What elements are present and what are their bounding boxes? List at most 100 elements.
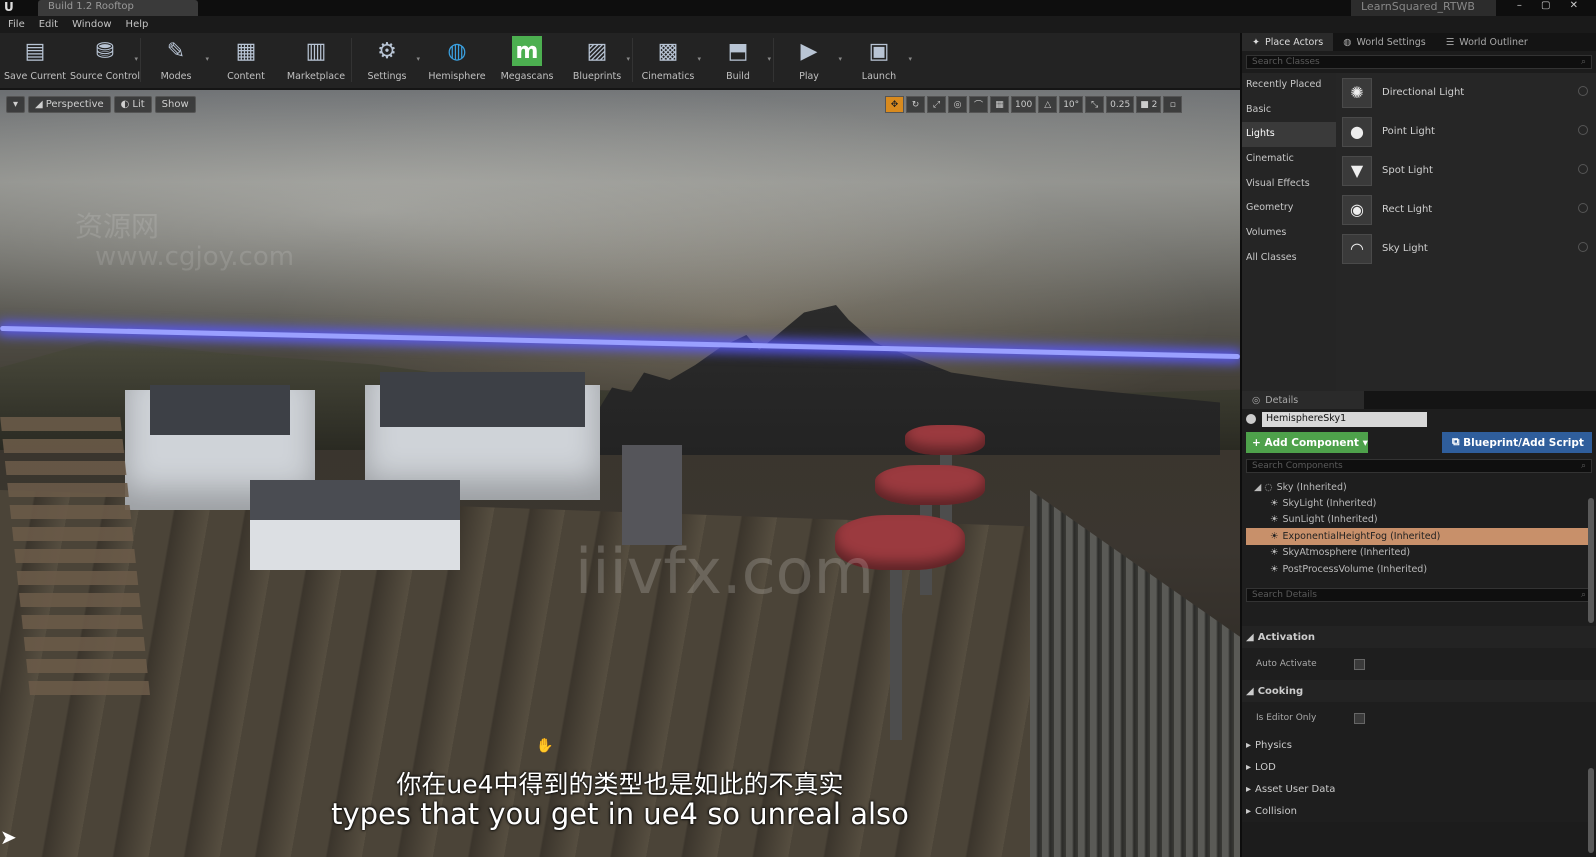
component-item[interactable]: ☀ ExponentialHeightFog (Inherited) <box>1246 528 1592 545</box>
section-activation[interactable]: ◢ Activation <box>1242 626 1596 648</box>
category-geometry[interactable]: Geometry <box>1242 196 1336 221</box>
grid-snap-icon[interactable]: ▦ <box>990 96 1009 113</box>
component-item[interactable]: ☀ SunLight (Inherited) <box>1246 512 1592 528</box>
category-basic[interactable]: Basic <box>1242 98 1336 123</box>
category-volumes[interactable]: Volumes <box>1242 221 1336 246</box>
section-label: Collision <box>1255 805 1297 817</box>
level-tab[interactable]: Build 1.2 Rooftop <box>38 0 198 16</box>
component-item[interactable]: ☀ PostProcessVolume (Inherited) <box>1246 561 1592 577</box>
dropdown-arrow-icon[interactable]: ▾ <box>767 55 771 63</box>
category-all-classes[interactable]: All Classes <box>1242 246 1336 271</box>
actor-item-rect-light[interactable]: ◉ Rect Light <box>1336 190 1596 229</box>
megascans-button[interactable]: m Megascans <box>492 33 562 88</box>
modes-button[interactable]: ✎ Modes ▾ <box>141 33 211 88</box>
component-item[interactable]: ◢ ◌ Sky (Inherited) <box>1246 479 1592 495</box>
info-icon[interactable] <box>1578 242 1588 252</box>
settings-button[interactable]: ⚙ Settings ▾ <box>352 33 422 88</box>
build-button[interactable]: ⬒ Build ▾ <box>703 33 773 88</box>
category-visual-effects[interactable]: Visual Effects <box>1242 172 1336 197</box>
toolbar-label: Hemisphere <box>428 71 486 82</box>
play-button[interactable]: ▶ Play ▾ <box>774 33 844 88</box>
dropdown-arrow-icon[interactable]: ▾ <box>838 55 842 63</box>
translate-mode-icon[interactable]: ✥ <box>885 96 904 113</box>
toolbar-label: Marketplace <box>286 71 346 82</box>
category-lights[interactable]: Lights <box>1242 122 1336 148</box>
component-item[interactable]: ☀ SkyAtmosphere (Inherited) <box>1246 545 1592 561</box>
dropdown-arrow-icon[interactable]: ▾ <box>416 55 420 63</box>
camera-speed-value[interactable]: ■ 2 <box>1136 96 1162 113</box>
info-icon[interactable] <box>1578 203 1588 213</box>
actor-item-spot-light[interactable]: ▼ Spot Light <box>1336 151 1596 190</box>
grid-snap-value[interactable]: 100 <box>1011 96 1037 113</box>
hemisphere-icon: ◍ <box>447 38 467 64</box>
menu-help[interactable]: Help <box>126 19 149 30</box>
search-icon: ⌕ <box>1580 461 1586 471</box>
marketplace-button[interactable]: ▥ Marketplace <box>281 33 351 88</box>
dropdown-arrow-icon[interactable]: ▾ <box>908 55 912 63</box>
component-item[interactable]: ☀ SkyLight (Inherited) <box>1246 495 1592 511</box>
save-current-button[interactable]: ▤ Save Current <box>0 33 70 88</box>
search-classes-input[interactable]: Search Classes ⌕ <box>1246 55 1592 69</box>
window-controls[interactable]: – ▢ ✕ <box>1517 0 1586 11</box>
search-components-input[interactable]: Search Components ⌕ <box>1246 459 1592 473</box>
dropdown-arrow-icon[interactable]: ▾ <box>626 55 630 63</box>
rotate-mode-icon[interactable]: ↻ <box>906 96 925 113</box>
maximize-viewport-icon[interactable]: ▫ <box>1163 96 1183 113</box>
auto-activate-checkbox[interactable] <box>1354 658 1365 670</box>
section-lod[interactable]: ▸ LOD <box>1242 756 1596 778</box>
section-asset-user-data[interactable]: ▸ Asset User Data <box>1242 778 1596 800</box>
actor-item-directional-light[interactable]: ✺ Directional Light <box>1336 73 1596 112</box>
category-recently-placed[interactable]: Recently Placed <box>1242 73 1336 98</box>
actor-name-field[interactable]: HemisphereSky1 <box>1262 411 1427 427</box>
tab-world-outliner[interactable]: ☰ World Outliner <box>1436 33 1538 51</box>
search-details-input[interactable]: Search Details ⌕ <box>1246 588 1592 602</box>
section-physics[interactable]: ▸ Physics <box>1242 734 1596 756</box>
actor-item-sky-light[interactable]: ◠ Sky Light <box>1336 229 1596 268</box>
category-cinematic[interactable]: Cinematic <box>1242 147 1336 172</box>
scale-mode-icon[interactable]: ⤢ <box>927 96 946 113</box>
world-space-icon[interactable]: ◎ <box>948 96 967 113</box>
section-cooking[interactable]: ◢ Cooking <box>1242 680 1596 702</box>
right-panel: ✦ Place Actors ◍ World Settings ☰ World Out… <box>1240 33 1596 857</box>
details-scrollbar[interactable] <box>1588 768 1594 853</box>
expand-arrow-icon: ▸ <box>1246 739 1252 751</box>
tab-place-actors[interactable]: ✦ Place Actors <box>1242 33 1334 51</box>
info-icon[interactable] <box>1578 86 1588 96</box>
tab-details[interactable]: ◎ Details <box>1242 391 1364 409</box>
bar-stool-seat <box>905 425 985 455</box>
dropdown-arrow-icon[interactable]: ▾ <box>134 55 138 63</box>
blueprint-add-script-button[interactable]: ⧉ Blueprint/Add Script <box>1442 432 1592 453</box>
rotation-snap-value[interactable]: 10° <box>1059 96 1084 113</box>
menu-edit[interactable]: Edit <box>39 19 58 30</box>
show-button[interactable]: Show <box>154 96 196 113</box>
add-component-button[interactable]: + Add Component ▾ <box>1246 432 1368 453</box>
content-button[interactable]: ▦ Content <box>211 33 281 88</box>
dropdown-arrow-icon[interactable]: ▾ <box>205 55 209 63</box>
launch-button[interactable]: ▣ Launch ▾ <box>844 33 914 88</box>
menu-window[interactable]: Window <box>72 19 111 30</box>
viewport-menu-button[interactable]: ▾ <box>6 96 26 113</box>
info-icon[interactable] <box>1578 164 1588 174</box>
cinematics-button[interactable]: ▩ Cinematics ▾ <box>633 33 703 88</box>
menu-file[interactable]: File <box>8 19 25 30</box>
components-scrollbar[interactable] <box>1588 498 1594 623</box>
perspective-button[interactable]: ◢ Perspective <box>28 96 111 113</box>
search-icon: ⌕ <box>1580 57 1586 67</box>
dropdown-arrow-icon[interactable]: ▾ <box>697 55 701 63</box>
info-icon[interactable] <box>1578 125 1588 135</box>
surface-snap-icon[interactable]: ⌒ <box>969 96 988 113</box>
editor-only-checkbox[interactable] <box>1354 712 1365 724</box>
component-icon: ☀ <box>1270 498 1279 510</box>
hemisphere-button[interactable]: ◍ Hemisphere <box>422 33 492 88</box>
actor-item-point-light[interactable]: ● Point Light <box>1336 112 1596 151</box>
lit-button[interactable]: ◐ Lit <box>113 96 152 113</box>
scale-snap-icon[interactable]: ⤡ <box>1085 96 1105 113</box>
rotation-snap-icon[interactable]: △ <box>1038 96 1058 113</box>
actor-item-label: Directional Light <box>1382 87 1465 98</box>
scale-snap-value[interactable]: 0.25 <box>1106 96 1135 113</box>
blueprints-button[interactable]: ▨ Blueprints ▾ <box>562 33 632 88</box>
tab-world-settings[interactable]: ◍ World Settings <box>1333 33 1436 51</box>
section-collision[interactable]: ▸ Collision <box>1242 800 1596 822</box>
level-viewport[interactable]: ▾ ◢ Perspective ◐ Lit Show ✥ ↻ ⤢ ◎ ⌒ ▦ 100… <box>0 90 1240 857</box>
source-control-button[interactable]: ⛃ Source Control ▾ <box>70 33 140 88</box>
